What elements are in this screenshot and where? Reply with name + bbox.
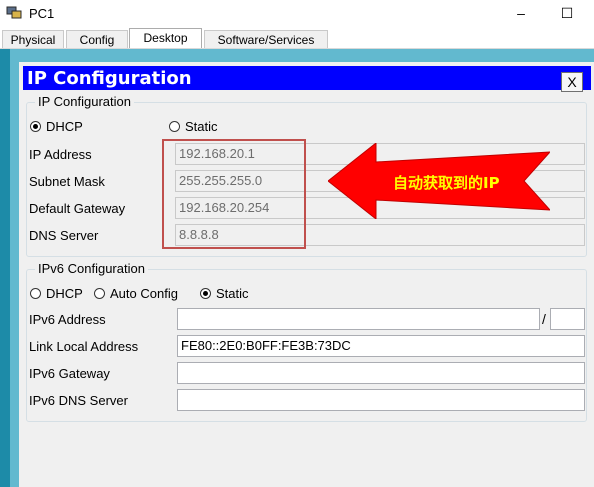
ipv6-dhcp-radio[interactable]: DHCP	[30, 286, 83, 301]
ipv4-static-radio[interactable]: Static	[169, 119, 218, 134]
annotation-text: 自动获取到的IP	[393, 174, 500, 192]
default-gateway-label: Default Gateway	[29, 201, 126, 216]
ipv4-dhcp-label: DHCP	[46, 119, 83, 134]
radio-selected-icon	[200, 288, 211, 299]
window-title: PC1	[29, 6, 55, 21]
minimize-button[interactable]: –	[506, 2, 536, 24]
link-local-address-label: Link Local Address	[29, 339, 139, 354]
radio-unselected-icon	[30, 288, 41, 299]
ipv6-dns-server-label: IPv6 DNS Server	[29, 393, 128, 408]
tab-bar: Physical Config Desktop Software/Service…	[0, 28, 594, 49]
ip-window-title: IP Configuration	[27, 68, 192, 89]
tab-physical[interactable]: Physical	[2, 30, 64, 48]
ip-address-label: IP Address	[29, 147, 92, 162]
ipv6-dhcp-label: DHCP	[46, 286, 83, 301]
subnet-mask-label: Subnet Mask	[29, 174, 105, 189]
tab-config[interactable]: Config	[66, 30, 128, 48]
radio-selected-icon	[30, 121, 41, 132]
ipv6-gateway-field[interactable]	[177, 362, 585, 384]
ipv6-static-label: Static	[216, 286, 249, 301]
tab-desktop[interactable]: Desktop	[129, 28, 202, 49]
radio-unselected-icon	[169, 121, 180, 132]
ipv4-legend: IP Configuration	[35, 94, 134, 109]
ipv6-dns-server-field[interactable]	[177, 389, 585, 411]
ipv6-legend: IPv6 Configuration	[35, 261, 148, 276]
highlight-box	[162, 139, 306, 249]
ipv4-dhcp-radio[interactable]: DHCP	[30, 119, 83, 134]
dns-server-label: DNS Server	[29, 228, 99, 243]
radio-unselected-icon	[94, 288, 105, 299]
title-bar: PC1 – ☐	[0, 0, 594, 28]
ipv6-address-field[interactable]	[177, 308, 540, 330]
ipv6-gateway-label: IPv6 Gateway	[29, 366, 110, 381]
ipv4-static-label: Static	[185, 119, 218, 134]
link-local-address-field[interactable]: FE80::2E0:B0FF:FE3B:73DC	[177, 335, 585, 357]
ipv6-auto-config-radio[interactable]: Auto Config	[94, 286, 178, 301]
ip-window-titlebar: IP Configuration X	[23, 66, 591, 92]
ipv6-auto-config-label: Auto Config	[110, 286, 178, 301]
close-button[interactable]: X	[561, 72, 583, 92]
prefix-separator: /	[542, 311, 546, 327]
maximize-button[interactable]: ☐	[552, 2, 582, 24]
ipv6-address-label: IPv6 Address	[29, 312, 106, 327]
tab-software-services[interactable]: Software/Services	[204, 30, 328, 48]
ipv6-static-radio[interactable]: Static	[200, 286, 249, 301]
pc-app-icon	[6, 6, 22, 19]
ipv6-prefix-field[interactable]	[550, 308, 585, 330]
